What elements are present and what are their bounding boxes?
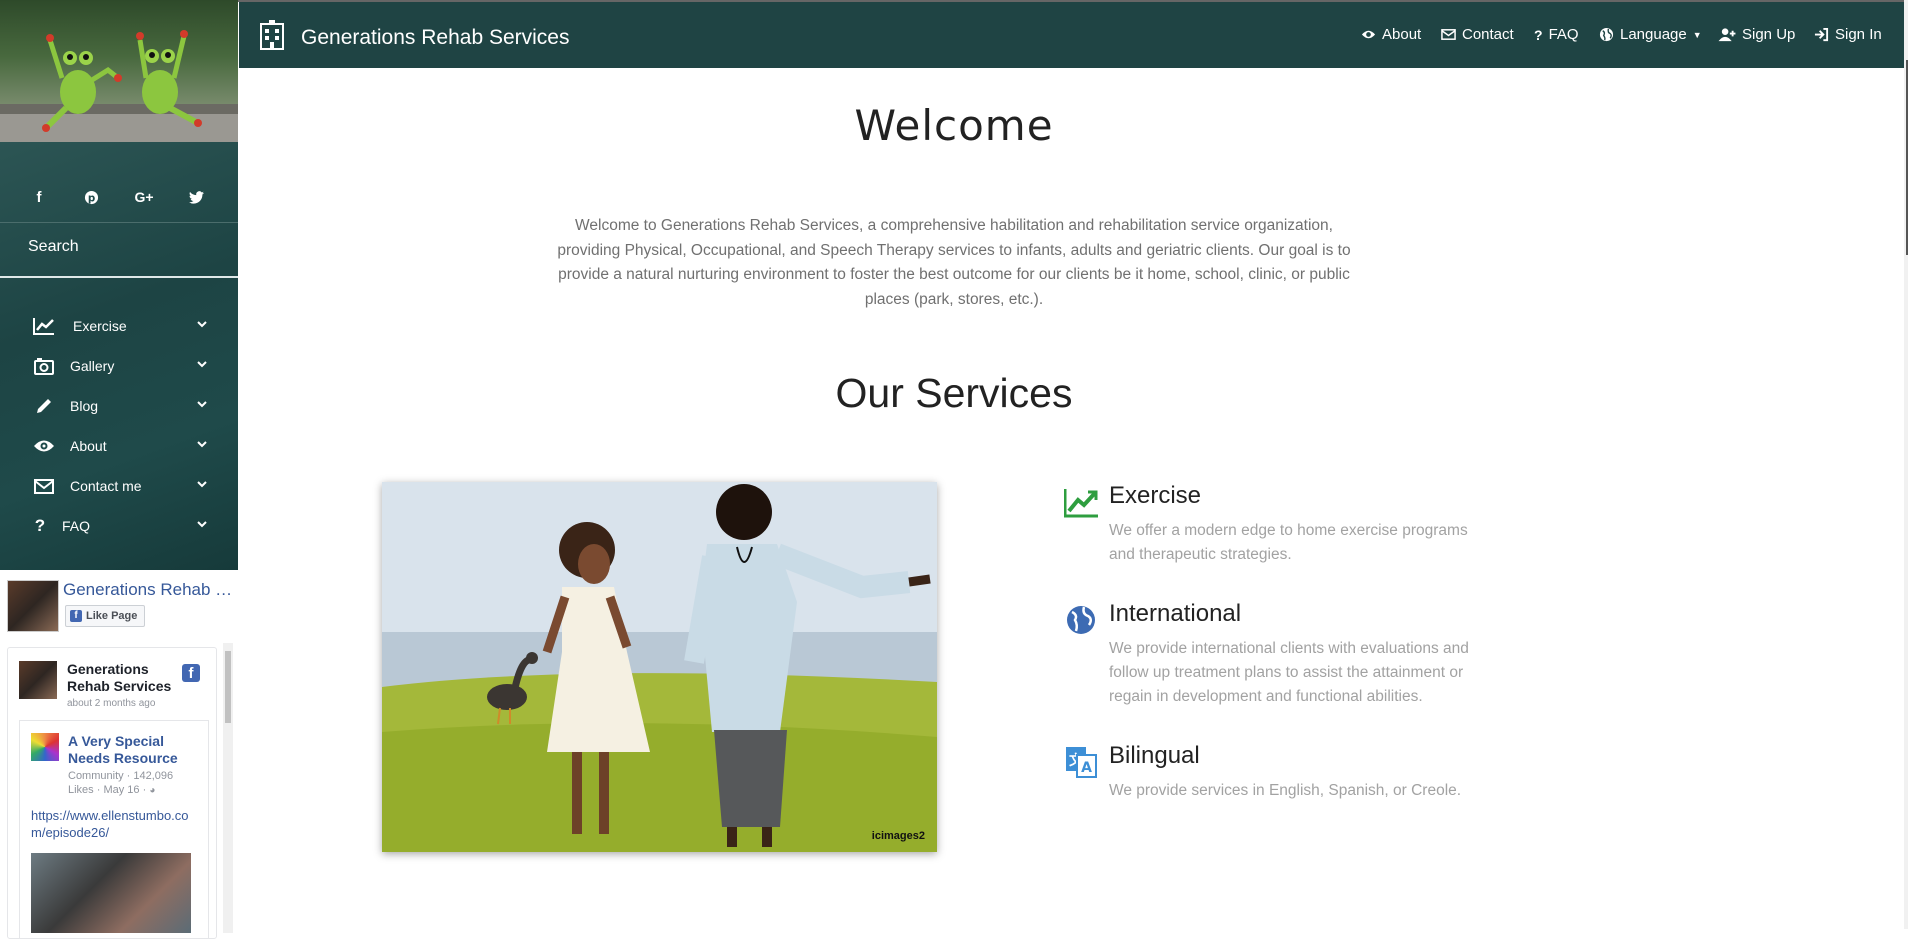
service-title: Exercise [1109, 482, 1202, 509]
globe-icon [1599, 27, 1614, 42]
shared-post-card: A Very Special Needs Resource Community … [19, 720, 209, 938]
sidebar-item-gallery[interactable]: Gallery [0, 350, 238, 386]
nav-sign-up-label: Sign Up [1742, 26, 1796, 43]
question-icon: ? [34, 516, 46, 535]
facebook-icon: f [70, 610, 82, 622]
facebook-feed: Generations Rehab Services f about 2 mon… [7, 647, 217, 939]
facebook-page-name[interactable]: Generations Rehab Services [63, 580, 233, 600]
chevron-down-icon [197, 521, 207, 528]
translate-icon: 文 A [1066, 747, 1097, 778]
nav-sign-in[interactable]: Sign In [1814, 26, 1882, 43]
sidebar-item-label: Contact me [70, 478, 142, 494]
facebook-page-widget: Generations Rehab Services f Like Page G… [0, 570, 238, 939]
nav-contact-label: Contact [1462, 26, 1514, 43]
chevron-down-icon [197, 481, 207, 488]
shared-post-image[interactable] [31, 853, 191, 933]
envelope-icon [1441, 29, 1456, 40]
building-icon[interactable] [259, 20, 285, 50]
avatar[interactable] [19, 661, 57, 699]
service-description: We offer a modern edge to home exercise … [1109, 522, 1468, 563]
sidebar-item-faq[interactable]: ? FAQ [0, 510, 238, 546]
nav-faq-label: FAQ [1548, 26, 1579, 43]
sidebar-item-exercise[interactable]: Exercise [0, 310, 238, 346]
sign-in-icon [1814, 27, 1829, 42]
chevron-down-icon [197, 321, 207, 328]
camera-icon [32, 356, 56, 376]
chevron-down-icon [197, 361, 207, 368]
post-author[interactable]: Generations Rehab Services [67, 661, 177, 695]
chart-line-icon [1064, 489, 1098, 518]
welcome-heading: Welcome [854, 101, 1054, 150]
nav-sign-in-label: Sign In [1835, 26, 1882, 43]
shared-link[interactable]: https://www.ellenstumbo.com/episode26/ [31, 807, 201, 841]
globe-icon [1067, 606, 1095, 634]
sidebar-item-label: FAQ [62, 518, 91, 534]
facebook-page-avatar[interactable] [7, 580, 59, 632]
scrollbar-thumb[interactable] [225, 651, 231, 723]
sidebar-item-label: Exercise [73, 318, 127, 334]
shared-page-meta-text: Community · 142,096 Likes · May 16 · [68, 770, 174, 796]
chevron-down-icon [197, 441, 207, 448]
sidebar-header-image [0, 0, 238, 142]
post-timestamp[interactable]: about 2 months ago [67, 698, 155, 709]
pinterest-icon[interactable]: p [78, 184, 104, 210]
sidebar-item-blog[interactable]: Blog [0, 390, 238, 426]
sidebar-item-label: Blog [70, 398, 99, 414]
facebook-feed-scrollbar[interactable] [223, 643, 233, 933]
service-description: We provide international clients with ev… [1109, 640, 1469, 705]
top-navbar: Generations Rehab Services About Contact… [239, 2, 1908, 68]
nav-language-dropdown[interactable]: Language ▼ [1599, 26, 1702, 43]
shared-page-meta: Community · 142,096 Likes · May 16 · ◕ [68, 769, 198, 798]
sidebar-item-contact[interactable]: Contact me [0, 470, 238, 506]
twitter-icon[interactable] [183, 184, 209, 210]
service-description: We provide services in English, Spanish,… [1109, 782, 1462, 799]
chart-line-icon [32, 316, 56, 336]
butterfly-logo-icon[interactable] [31, 733, 59, 761]
sidebar-item-label: About [70, 438, 107, 454]
site-brand[interactable]: Generations Rehab Services [301, 26, 569, 50]
children-by-lake-image: icimages2 [382, 482, 937, 852]
image-watermark: icimages2 [871, 830, 925, 842]
svg-text:A: A [1081, 760, 1092, 776]
service-title: Bilingual [1109, 742, 1200, 769]
like-page-label: Like Page [86, 610, 138, 622]
nav-about[interactable]: About [1361, 26, 1421, 43]
chevron-down-icon [197, 401, 207, 408]
social-links: f p G+ [0, 184, 238, 214]
divider [0, 222, 238, 223]
shared-page-title[interactable]: A Very Special Needs Resource [68, 733, 196, 767]
facebook-icon[interactable]: f [182, 664, 200, 682]
google-plus-icon[interactable]: G+ [131, 184, 157, 210]
svg-text:p: p [87, 192, 94, 204]
sidebar: f p G+ Search Exercise Gallery Blog Abou… [0, 0, 238, 939]
caret-down-icon: ▼ [1692, 29, 1702, 40]
facebook-icon[interactable]: f [26, 184, 52, 210]
search-underline [0, 276, 238, 278]
globe-icon: ◕ [149, 785, 156, 796]
eye-icon [1361, 30, 1376, 39]
nav-contact[interactable]: Contact [1441, 26, 1514, 43]
nav-language-label: Language [1620, 26, 1687, 43]
services-heading: Our Services [835, 370, 1073, 416]
sidebar-menu-panel: f p G+ Search Exercise Gallery Blog Abou… [0, 142, 238, 570]
sidebar-item-about[interactable]: About [0, 430, 238, 466]
service-title: International [1109, 600, 1242, 627]
eye-icon [32, 436, 56, 456]
intro-paragraph: Welcome to Generations Rehab Services, a… [557, 217, 1351, 308]
nav-about-label: About [1382, 26, 1422, 43]
question-icon: ? [1534, 26, 1543, 43]
sidebar-search[interactable]: Search [28, 238, 79, 256]
nav-faq[interactable]: ? FAQ [1534, 26, 1579, 43]
sidebar-item-label: Gallery [70, 358, 115, 374]
like-page-button[interactable]: f Like Page [65, 605, 146, 627]
user-plus-icon [1718, 28, 1736, 42]
pencil-icon [32, 396, 56, 416]
nav-sign-up[interactable]: Sign Up [1718, 26, 1795, 43]
envelope-icon [32, 476, 56, 496]
